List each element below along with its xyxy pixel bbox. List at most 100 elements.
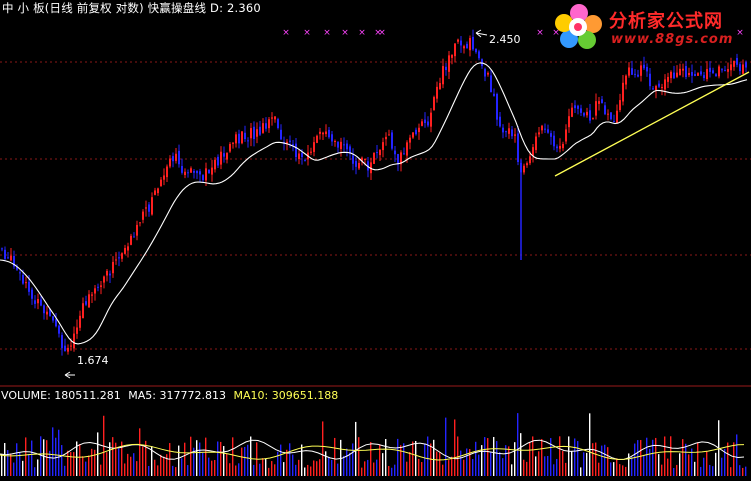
volume-bar [376, 459, 378, 476]
volume-bar [163, 456, 165, 476]
down-candle [544, 128, 546, 130]
up-candle [298, 153, 300, 160]
volume-bar [223, 446, 225, 476]
volume-bar [583, 452, 585, 476]
d-value: 2.360 [227, 1, 261, 15]
volume-bar [445, 417, 447, 476]
volume-bar [64, 465, 66, 476]
down-candle [715, 74, 717, 77]
up-candle [679, 68, 681, 76]
down-candle [43, 305, 45, 314]
down-candle [301, 152, 303, 158]
volume-bar [598, 462, 600, 476]
volume-bar [37, 459, 39, 476]
up-candle [670, 71, 672, 79]
up-candle [46, 311, 48, 315]
volume-bar [472, 459, 474, 476]
up-candle [205, 168, 207, 181]
down-candle [304, 159, 306, 161]
down-candle [85, 301, 87, 305]
volume-bar [142, 446, 144, 476]
up-candle [622, 82, 624, 102]
volume-bar [316, 461, 318, 476]
up-candle [364, 158, 366, 161]
up-candle [730, 64, 732, 71]
signal-marker: × [536, 28, 544, 38]
up-candle [742, 64, 744, 74]
volume-bar [19, 452, 21, 476]
volume-bar [178, 445, 180, 476]
up-candle [169, 158, 171, 167]
volume-bar [4, 442, 6, 476]
volume-bar [610, 462, 612, 476]
down-candle [295, 143, 297, 158]
up-candle [523, 165, 525, 173]
volume-bar [274, 464, 276, 476]
volume-bar [676, 464, 678, 476]
up-candle [592, 118, 594, 120]
volume-bar [238, 463, 240, 476]
d-label: D: [210, 1, 224, 15]
down-candle [703, 75, 705, 79]
volume-bar [67, 450, 69, 476]
volume-bar [61, 445, 63, 476]
up-candle [436, 86, 438, 99]
ma10-value: 309651.188 [271, 389, 339, 402]
down-candle [265, 123, 267, 129]
up-candle [115, 259, 117, 261]
volume-bar [319, 459, 321, 476]
up-candle [139, 222, 141, 224]
up-candle [514, 134, 516, 136]
volume-bar [607, 447, 609, 476]
down-candle [496, 94, 498, 120]
volume-bar [511, 464, 513, 476]
volume-bar [94, 449, 96, 476]
volume-bar [508, 446, 510, 476]
volume-bar [148, 465, 150, 476]
volume-bar [646, 437, 648, 476]
down-candle [217, 156, 219, 166]
logo-url: www.88gs.com [611, 32, 734, 47]
up-candle [154, 190, 156, 195]
volume-bar [172, 465, 174, 476]
up-candle [454, 43, 456, 57]
down-candle [610, 112, 612, 120]
volume-bar [694, 461, 696, 476]
volume-bar [562, 451, 564, 476]
down-candle [280, 129, 282, 140]
volume-bar [586, 452, 588, 476]
down-candle [460, 40, 462, 46]
volume-bar [394, 464, 396, 476]
volume-bar [295, 464, 297, 476]
volume-bar [712, 466, 714, 476]
volume-bar [436, 451, 438, 476]
volume-bar [124, 463, 126, 476]
up-candle [214, 159, 216, 170]
up-candle [184, 171, 186, 176]
up-candle [82, 303, 84, 319]
down-candle [40, 299, 42, 306]
down-candle [31, 289, 33, 299]
volume-bar [322, 421, 324, 476]
down-candle [700, 71, 702, 75]
up-candle [373, 152, 375, 164]
volume-bar [544, 456, 546, 476]
down-candle [712, 70, 714, 74]
down-candle [52, 316, 54, 321]
volume-bar [745, 466, 747, 476]
volume-bar [421, 462, 423, 476]
up-candle [106, 270, 108, 276]
volume-bar [253, 464, 255, 476]
down-candle [631, 68, 633, 75]
volume-bar [334, 437, 336, 476]
volume-bar [181, 458, 183, 476]
volume-bar [601, 445, 603, 476]
volume-bar [409, 451, 411, 476]
signal-marker: × [323, 28, 331, 38]
down-candle [247, 140, 249, 142]
volume-bar [343, 455, 345, 476]
volume-bar [382, 453, 384, 476]
up-candle [166, 166, 168, 178]
volume-bar [112, 437, 114, 476]
up-candle [565, 129, 567, 142]
